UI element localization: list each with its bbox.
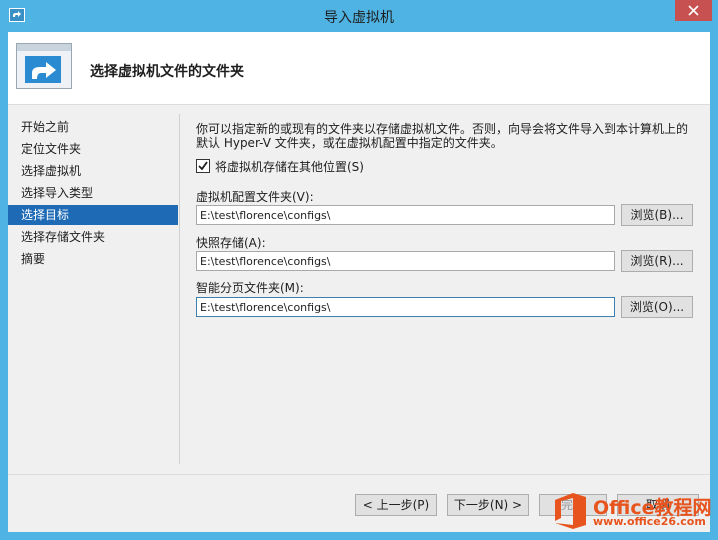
store-elsewhere-label: 将虚拟机存储在其他位置(S) bbox=[215, 160, 364, 174]
dialog-client: 选择虚拟机文件的文件夹 开始之前 定位文件夹 选择虚拟机 选择导入类型 选择目标… bbox=[8, 32, 710, 532]
description-line: 默认 Hyper-V 文件夹，或在虚拟机配置中指定的文件夹。 bbox=[196, 136, 503, 150]
description-text: 你可以指定新的或现有的文件夹以存储虚拟机文件。否则，向导会将文件导入到本计算机上… bbox=[196, 122, 696, 150]
office-logo-icon bbox=[555, 493, 586, 529]
watermark-url: www.office26.com bbox=[593, 515, 706, 528]
title-bar[interactable]: 导入虚拟机 bbox=[0, 0, 718, 32]
description-line: 你可以指定新的或现有的文件夹以存储虚拟机文件。否则，向导会将文件导入到本计算机上… bbox=[196, 122, 689, 136]
footer-divider bbox=[8, 474, 710, 475]
snapshot-store-input[interactable] bbox=[196, 251, 615, 271]
nav-item-summary[interactable]: 摘要 bbox=[8, 249, 178, 269]
close-button[interactable] bbox=[675, 0, 712, 21]
browse-snapshot-button[interactable]: 浏览(R)... bbox=[621, 250, 693, 272]
import-arrow-icon bbox=[16, 43, 72, 89]
previous-button[interactable]: < 上一步(P) bbox=[355, 494, 437, 516]
next-button[interactable]: 下一步(N) > bbox=[447, 494, 529, 516]
config-folder-input[interactable] bbox=[196, 205, 615, 225]
paging-folder-label: 智能分页文件夹(M): bbox=[196, 281, 304, 295]
watermark: Office教程网 www.office26.com bbox=[549, 488, 715, 536]
close-icon bbox=[688, 5, 699, 16]
page-title: 选择虚拟机文件的文件夹 bbox=[90, 64, 244, 80]
paging-folder-input[interactable] bbox=[196, 297, 615, 317]
store-elsewhere-checkbox[interactable] bbox=[196, 159, 210, 173]
window-title: 导入虚拟机 bbox=[324, 10, 394, 26]
nav-item-before-you-begin[interactable]: 开始之前 bbox=[8, 117, 178, 137]
nav-item-choose-destination[interactable]: 选择目标 bbox=[8, 205, 178, 225]
nav-item-storage-folders[interactable]: 选择存储文件夹 bbox=[8, 227, 178, 247]
browse-paging-button[interactable]: 浏览(O)... bbox=[621, 296, 693, 318]
nav-item-import-type[interactable]: 选择导入类型 bbox=[8, 183, 178, 203]
snapshot-store-label: 快照存储(A): bbox=[196, 236, 266, 250]
wizard-header: 选择虚拟机文件的文件夹 bbox=[8, 32, 710, 105]
nav-item-locate-folder[interactable]: 定位文件夹 bbox=[8, 139, 178, 159]
browse-config-button[interactable]: 浏览(B)... bbox=[621, 204, 693, 226]
nav-item-select-vm[interactable]: 选择虚拟机 bbox=[8, 161, 178, 181]
checkmark-icon bbox=[198, 161, 208, 171]
nav-divider bbox=[179, 114, 180, 464]
config-folder-label: 虚拟机配置文件夹(V): bbox=[196, 190, 314, 204]
